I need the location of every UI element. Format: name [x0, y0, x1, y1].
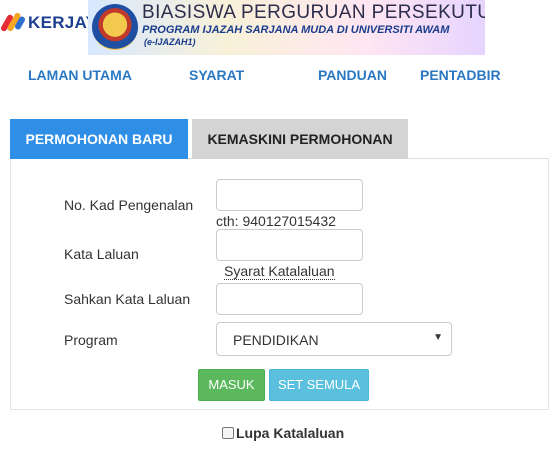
ic-input[interactable] — [216, 179, 363, 211]
chevron-down-icon: ▼ — [433, 332, 443, 343]
nav-item-pentadbir[interactable]: PENTADBIR — [420, 67, 501, 83]
tab-permohonan-baru[interactable]: PERMOHONAN BARU — [10, 119, 188, 159]
nav-item-laman-utama[interactable]: LAMAN UTAMA — [28, 67, 132, 83]
tab-kemaskini-permohonan[interactable]: KEMASKINI PERMOHONAN — [192, 119, 408, 159]
password-label: Kata Laluan — [64, 246, 139, 262]
nav-item-syarat[interactable]: SYARAT — [189, 67, 244, 83]
banner-title: BIASISWA PERGURUAN PERSEKUTUAN — [142, 2, 485, 23]
crest-icon — [92, 4, 138, 50]
submit-button[interactable]: MASUK — [198, 369, 265, 401]
main-nav: LAMAN UTAMA SYARAT PANDUAN PENTADBIR — [0, 67, 549, 85]
password-requirements-link[interactable]: Syarat Katalaluan — [224, 263, 335, 280]
program-label: Program — [64, 332, 118, 348]
forgot-password-checkbox[interactable] — [222, 427, 234, 439]
confirm-password-label: Sahkan Kata Laluan — [64, 291, 191, 307]
program-select[interactable]: PENDIDIKAN ▼ — [216, 322, 452, 356]
password-input[interactable] — [216, 229, 363, 261]
banner-subtitle: PROGRAM IJAZAH SARJANA MUDA DI UNIVERSIT… — [142, 24, 450, 36]
banner-code: (e-IJAZAH1) — [144, 37, 196, 47]
confirm-password-input[interactable] — [216, 283, 363, 315]
forgot-password: Lupa Katalaluan — [222, 425, 344, 441]
banner-image: BIASISWA PERGURUAN PERSEKUTUAN PROGRAM I… — [88, 0, 485, 55]
forgot-password-label[interactable]: Lupa Katalaluan — [236, 425, 344, 441]
ic-label: No. Kad Pengenalan — [64, 197, 194, 213]
logo-mark-icon — [0, 11, 27, 34]
tab-bar: PERMOHONAN BARU KEMASKINI PERMOHONAN — [10, 119, 549, 159]
header-banner: KERJAYACO BIASISWA PERGURUAN PERSEKUTUAN… — [0, 0, 549, 56]
nav-item-panduan[interactable]: PANDUAN — [318, 67, 387, 83]
program-selected-value: PENDIDIKAN — [233, 332, 319, 348]
ic-hint: cth: 940127015432 — [216, 213, 336, 229]
reset-button[interactable]: SET SEMULA — [269, 369, 369, 401]
